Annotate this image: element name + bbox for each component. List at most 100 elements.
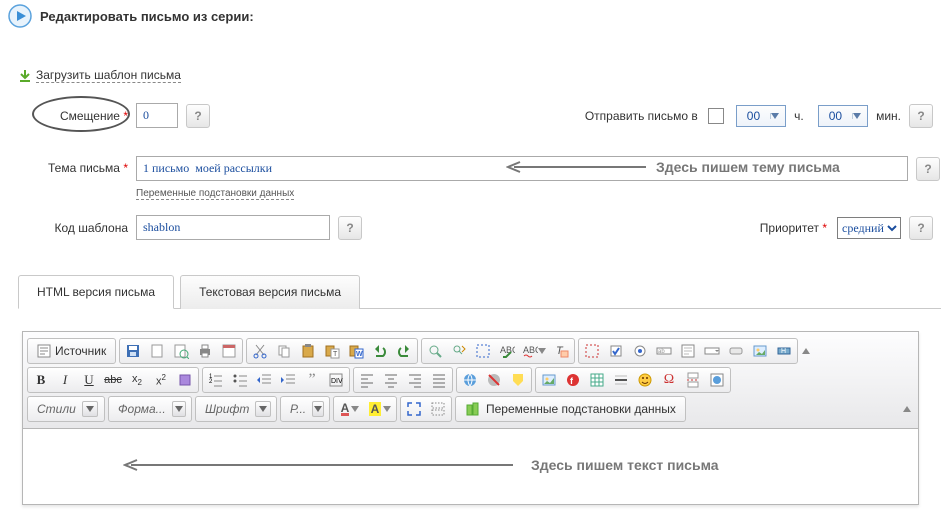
scayt-icon[interactable]: ABC <box>519 340 549 362</box>
unlink-icon[interactable] <box>482 369 506 391</box>
minute-suffix: мин. <box>876 109 901 123</box>
smiley-icon[interactable] <box>633 369 657 391</box>
preview-icon[interactable] <box>169 340 193 362</box>
iframe-icon[interactable] <box>705 369 729 391</box>
align-right-icon[interactable] <box>403 369 427 391</box>
template-code-help-button[interactable]: ? <box>338 216 362 240</box>
blockquote-icon[interactable]: ” <box>300 369 324 391</box>
cut-icon[interactable] <box>248 340 272 362</box>
font-combo[interactable]: Шрифт <box>197 398 275 420</box>
image-icon[interactable] <box>537 369 561 391</box>
rich-text-editor: Источник T W <box>22 331 919 505</box>
underline-icon[interactable]: U <box>77 369 101 391</box>
outdent-icon[interactable] <box>252 369 276 391</box>
send-time-help-button[interactable]: ? <box>909 104 933 128</box>
styles-combo[interactable]: Стили <box>29 398 103 420</box>
tab-html-version[interactable]: HTML версия письма <box>18 275 174 309</box>
format-combo[interactable]: Форма... <box>110 398 190 420</box>
form-icon[interactable] <box>580 340 604 362</box>
link-icon[interactable] <box>458 369 482 391</box>
save-icon[interactable] <box>121 340 145 362</box>
svg-text:ab: ab <box>658 349 665 355</box>
replace-icon[interactable] <box>447 340 471 362</box>
superscript-icon[interactable]: x2 <box>149 369 173 391</box>
subject-vars-link[interactable]: Переменные подстановки данных <box>136 188 294 200</box>
svg-text:T: T <box>333 351 338 358</box>
download-arrow-icon <box>18 69 32 83</box>
svg-text:H: H <box>781 348 786 355</box>
paste-icon[interactable] <box>296 340 320 362</box>
table-icon[interactable] <box>585 369 609 391</box>
special-char-icon[interactable]: Ω <box>657 369 681 391</box>
body-hint-annotation: Здесь пишем текст письма <box>123 457 719 473</box>
select-icon[interactable] <box>700 340 724 362</box>
flash-icon[interactable]: f <box>561 369 585 391</box>
svg-text:DIV: DIV <box>331 378 343 385</box>
svg-text:2: 2 <box>209 379 213 385</box>
undo-icon[interactable] <box>368 340 392 362</box>
subject-help-button[interactable]: ? <box>916 157 940 181</box>
indent-icon[interactable] <box>276 369 300 391</box>
minute-spinner[interactable]: 00 <box>818 105 868 127</box>
load-template-link[interactable]: Загрузить шаблон письма <box>36 68 181 83</box>
anchor-icon[interactable] <box>506 369 530 391</box>
hr-icon[interactable] <box>609 369 633 391</box>
radio-icon[interactable] <box>628 340 652 362</box>
page-title: Редактировать письмо из серии: <box>40 9 254 24</box>
svg-text:W: W <box>356 351 363 358</box>
hour-suffix: ч. <box>794 109 804 123</box>
offset-help-button[interactable]: ? <box>186 104 210 128</box>
priority-help-button[interactable]: ? <box>909 216 933 240</box>
remove-format-icon[interactable]: T <box>549 340 573 362</box>
text-color-icon[interactable]: A <box>335 398 365 420</box>
paste-text-icon[interactable]: T <box>320 340 344 362</box>
checkbox-icon[interactable] <box>604 340 628 362</box>
align-justify-icon[interactable] <box>427 369 451 391</box>
align-center-icon[interactable] <box>379 369 403 391</box>
align-left-icon[interactable] <box>355 369 379 391</box>
play-icon <box>8 4 32 28</box>
toolbar-collapse-icon[interactable] <box>902 398 912 420</box>
select-all-icon[interactable] <box>471 340 495 362</box>
vars-button[interactable]: Переменные подстановки данных <box>457 398 684 420</box>
paste-word-icon[interactable]: W <box>344 340 368 362</box>
tab-text-version[interactable]: Текстовая версия письма <box>180 275 360 309</box>
spellcheck-icon[interactable]: ABC <box>495 340 519 362</box>
textarea-icon[interactable] <box>676 340 700 362</box>
send-time-checkbox[interactable] <box>708 108 724 124</box>
send-time-label: Отправить письмо в <box>585 109 698 123</box>
div-icon[interactable]: DIV <box>324 369 348 391</box>
hidden-field-icon[interactable]: H <box>772 340 796 362</box>
bold-icon[interactable]: B <box>29 369 53 391</box>
maximize-icon[interactable] <box>402 398 426 420</box>
bg-color-icon[interactable]: A <box>365 398 395 420</box>
offset-input[interactable] <box>136 103 178 128</box>
source-button[interactable]: Источник <box>29 340 114 362</box>
unordered-list-icon[interactable] <box>228 369 252 391</box>
svg-text:ABC: ABC <box>500 345 515 355</box>
copy-icon[interactable] <box>272 340 296 362</box>
subscript-icon[interactable]: x2 <box>125 369 149 391</box>
object-icon[interactable] <box>173 369 197 391</box>
new-page-icon[interactable] <box>145 340 169 362</box>
find-icon[interactable] <box>423 340 447 362</box>
hour-spinner[interactable]: 00 <box>736 105 786 127</box>
page-break-icon[interactable] <box>681 369 705 391</box>
priority-label: Приоритет * <box>760 221 827 235</box>
template-icon[interactable] <box>217 340 241 362</box>
size-combo[interactable]: Р... <box>282 398 328 420</box>
toolbar-collapse-icon[interactable] <box>801 340 811 362</box>
print-icon[interactable] <box>193 340 217 362</box>
button-icon[interactable] <box>724 340 748 362</box>
show-blocks-icon[interactable] <box>426 398 450 420</box>
textfield-icon[interactable]: ab <box>652 340 676 362</box>
editor-body[interactable]: Здесь пишем текст письма <box>23 429 918 504</box>
template-code-input[interactable] <box>136 215 330 240</box>
image-button-icon[interactable] <box>748 340 772 362</box>
redo-icon[interactable] <box>392 340 416 362</box>
ordered-list-icon[interactable]: 12 <box>204 369 228 391</box>
italic-icon[interactable]: I <box>53 369 77 391</box>
priority-select[interactable]: средний <box>837 217 901 239</box>
strike-icon[interactable]: abc <box>101 369 125 391</box>
subject-label: Тема письма * <box>18 156 136 175</box>
